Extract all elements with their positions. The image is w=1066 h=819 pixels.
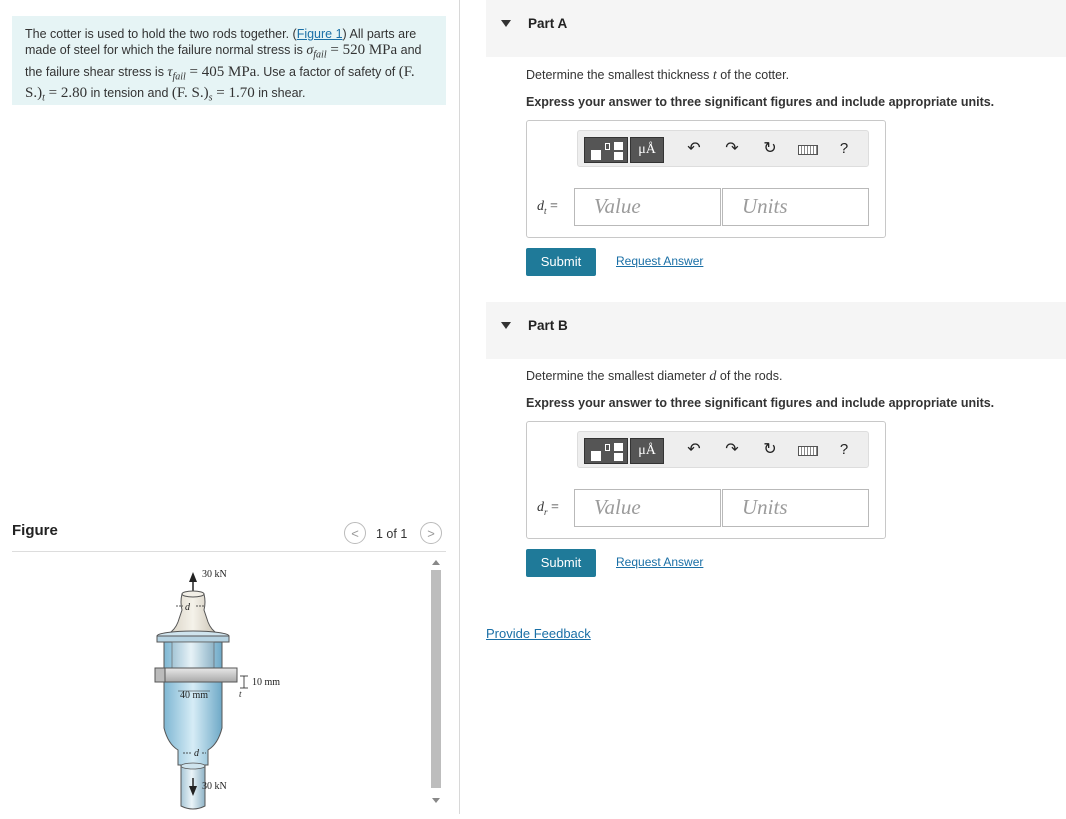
value-input[interactable]: Value	[574, 489, 721, 527]
figure-title: Figure	[12, 522, 58, 539]
problem-text: in tension and	[87, 86, 172, 100]
figure-scrollbar[interactable]	[428, 558, 442, 814]
tau-value: = 405 MPa	[185, 63, 257, 80]
equals-sign: =	[547, 500, 559, 515]
part-a-submit-button[interactable]: Submit	[526, 248, 596, 276]
top-load-label: 30 kN	[202, 569, 227, 580]
problem-text: . Use a factor of safety of	[256, 64, 399, 79]
provide-feedback-link[interactable]: Provide Feedback	[486, 626, 591, 641]
variable-symbol: d	[537, 199, 544, 214]
units-icon[interactable]: μÅ	[630, 438, 664, 464]
collapse-caret-icon[interactable]	[501, 20, 511, 27]
bottom-load-label: 30 kN	[202, 781, 227, 792]
part-b-request-answer-link[interactable]: Request Answer	[616, 555, 703, 569]
figure-link[interactable]: Figure 1	[297, 27, 343, 41]
keyboard-icon[interactable]	[796, 137, 820, 163]
part-a-instruction: Express your answer to three significant…	[526, 95, 995, 109]
prompt-text: of the cotter.	[716, 68, 790, 82]
part-a-title: Part A	[528, 16, 568, 31]
left-panel: The cotter is used to hold the two rods …	[0, 0, 460, 814]
t-label: t	[239, 689, 242, 699]
top-rod	[166, 593, 220, 635]
tau-subscript: fail	[172, 71, 186, 82]
part-b-title: Part B	[528, 318, 568, 333]
part-a-request-answer-link[interactable]: Request Answer	[616, 254, 703, 268]
collapse-caret-icon[interactable]	[501, 322, 511, 329]
help-icon[interactable]: ?	[834, 438, 854, 464]
part-a-header[interactable]: Part A	[486, 0, 1066, 57]
fs-shear: (F. S.)	[171, 85, 209, 101]
width-label: 40 mm	[180, 690, 208, 701]
cotter-pin	[154, 667, 238, 683]
part-b-submit-button[interactable]: Submit	[526, 549, 596, 577]
reset-icon[interactable]: ↻	[760, 137, 780, 163]
figure-image: 30 kN d 10 mm t 40 mm d 30 kN	[12, 560, 428, 814]
figure-pager: 1 of 1	[376, 527, 408, 541]
variable-symbol: d	[537, 500, 544, 515]
value-input[interactable]: Value	[574, 188, 721, 226]
prompt-text: Determine the smallest thickness	[526, 68, 713, 82]
prompt-text: Determine the smallest diameter	[526, 369, 710, 383]
math-toolbar: μÅ ↶ ↷ ↻ ?	[577, 431, 869, 468]
help-icon[interactable]: ?	[834, 137, 854, 163]
answer-variable-label: dr =	[537, 500, 559, 517]
thickness-label: 10 mm	[252, 677, 280, 688]
part-b-header[interactable]: Part B	[486, 302, 1066, 359]
scroll-down-icon[interactable]	[432, 798, 440, 803]
fs-shear-value: = 1.70	[212, 85, 255, 101]
undo-icon[interactable]: ↶	[684, 438, 704, 464]
fs-tension-value: = 2.80	[44, 85, 88, 101]
problem-text: in shear.	[254, 86, 306, 100]
redo-icon[interactable]: ↷	[722, 438, 742, 464]
top-load-arrowhead	[189, 572, 197, 582]
part-a-prompt: Determine the smallest thickness t of th…	[526, 68, 789, 84]
next-figure-button[interactable]: >	[420, 522, 442, 544]
prompt-text: of the rods.	[716, 369, 783, 383]
scroll-up-icon[interactable]	[432, 560, 440, 565]
keyboard-icon[interactable]	[796, 438, 820, 464]
sigma-subscript: fail	[313, 49, 327, 61]
part-a-answer-box: μÅ ↶ ↷ ↻ ? dt = Value Units	[526, 120, 886, 238]
previous-figure-button[interactable]: <	[344, 522, 366, 544]
column-divider	[459, 0, 460, 814]
sigma-value: = 520 MPa	[326, 42, 398, 58]
units-input[interactable]: Units	[722, 188, 869, 226]
templates-icon[interactable]	[584, 137, 628, 163]
figure-header: Figure < 1 of 1 >	[12, 520, 446, 552]
part-b-answer-box: μÅ ↶ ↷ ↻ ? dr = Value Units	[526, 421, 886, 539]
units-input[interactable]: Units	[722, 489, 869, 527]
scroll-thumb[interactable]	[431, 570, 441, 788]
units-icon[interactable]: μÅ	[630, 137, 664, 163]
redo-icon[interactable]: ↷	[722, 137, 742, 163]
math-toolbar: μÅ ↶ ↷ ↻ ?	[577, 130, 869, 167]
problem-text: The cotter is used to hold the two rods …	[25, 27, 297, 41]
part-b-prompt: Determine the smallest diameter d of the…	[526, 369, 782, 385]
problem-statement: The cotter is used to hold the two rods …	[12, 16, 446, 105]
reset-icon[interactable]: ↻	[760, 438, 780, 464]
cotter-joint-illustration: 30 kN d 10 mm t 40 mm d 30 kN	[154, 569, 280, 810]
templates-icon[interactable]	[584, 438, 628, 464]
answer-variable-label: dt =	[537, 199, 558, 216]
undo-icon[interactable]: ↶	[684, 137, 704, 163]
equals-sign: =	[546, 199, 558, 214]
part-b-instruction: Express your answer to three significant…	[526, 396, 995, 410]
